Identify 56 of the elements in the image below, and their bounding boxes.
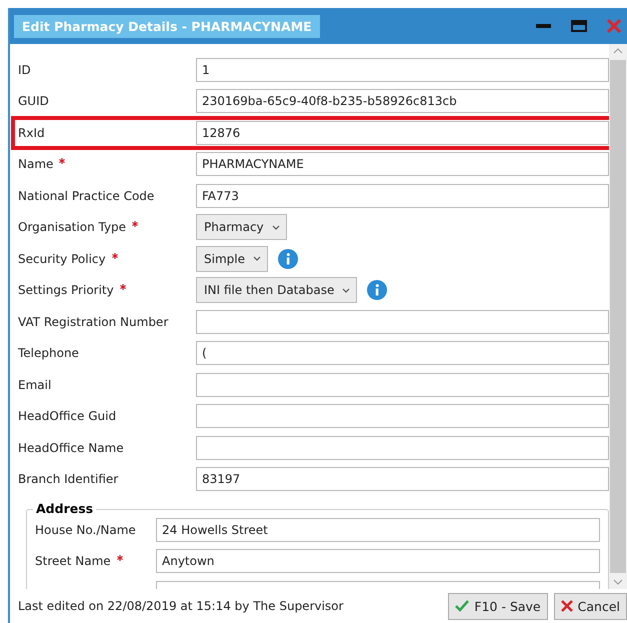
- input-field[interactable]: FA773: [196, 184, 609, 208]
- input-field[interactable]: PHARMACYNAME: [196, 152, 609, 176]
- input-field[interactable]: [196, 436, 609, 460]
- scrollbar[interactable]: [609, 44, 627, 589]
- status-text: Last edited on 22/08/2019 at 15:14 by The Supervisor: [18, 599, 344, 613]
- input-field[interactable]: 24 Howells Street: [156, 518, 600, 542]
- input-field[interactable]: 1: [196, 58, 609, 82]
- field-label: Security Policy: [18, 252, 196, 266]
- input-field[interactable]: [196, 372, 609, 397]
- info-icon[interactable]: [367, 280, 388, 300]
- cancel-button[interactable]: Cancel: [554, 592, 627, 620]
- cross-icon: [560, 600, 573, 612]
- field-label: House No./Name: [35, 522, 137, 537]
- check-icon: [455, 600, 470, 612]
- scroll-thumb[interactable]: [610, 60, 626, 573]
- input-field[interactable]: [196, 310, 609, 334]
- required-icon: [132, 221, 138, 228]
- field-label: Email: [18, 378, 52, 392]
- field-label: ID: [18, 62, 32, 77]
- field-label: HeadOffice Guid: [18, 409, 118, 424]
- maximize-icon[interactable]: [571, 20, 587, 32]
- dropdown[interactable]: Pharmacy: [196, 214, 287, 240]
- field-label: National Practice Code: [18, 188, 156, 203]
- field-label: Street Name: [35, 554, 156, 568]
- input-field[interactable]: 12876: [196, 120, 609, 145]
- window-title: Edit Pharmacy Details - PHARMACYNAME: [14, 14, 320, 38]
- field-label: Name: [18, 157, 196, 172]
- field-label: Telephone: [18, 346, 80, 360]
- scroll-up-icon[interactable]: [613, 48, 623, 54]
- group-title: Address: [33, 501, 96, 516]
- input-field[interactable]: 83197: [196, 467, 609, 492]
- input-field[interactable]: Anytown: [156, 549, 600, 574]
- field-label: Organisation Type: [18, 220, 196, 234]
- required-icon: [112, 252, 118, 259]
- caret-icon: [272, 224, 280, 230]
- input-field[interactable]: 230169ba-65c9-40f8-b235-b58926c813cb: [196, 89, 609, 114]
- field-label: GUID: [18, 94, 50, 108]
- required-icon: [116, 555, 123, 562]
- save-button[interactable]: F10 - Save: [448, 592, 548, 620]
- info-icon[interactable]: [278, 248, 298, 269]
- field-label: Settings Priority: [18, 283, 196, 298]
- field-label: VAT Registration Number: [18, 314, 170, 329]
- input-field[interactable]: (: [196, 341, 609, 366]
- field-label: Branch Identifier: [18, 472, 120, 486]
- minimize-icon[interactable]: [536, 24, 551, 28]
- scroll-down-icon[interactable]: [613, 579, 623, 585]
- field-label: HeadOffice Name: [18, 440, 125, 455]
- caret-icon: [342, 288, 350, 293]
- close-icon[interactable]: [607, 19, 621, 33]
- input-field[interactable]: [196, 404, 609, 428]
- dropdown[interactable]: INI file then Database: [196, 277, 358, 304]
- dropdown[interactable]: Simple: [196, 246, 268, 272]
- caret-icon: [252, 256, 261, 262]
- field-label: RxId: [18, 126, 46, 140]
- required-icon: [59, 158, 66, 164]
- required-icon: [120, 284, 126, 290]
